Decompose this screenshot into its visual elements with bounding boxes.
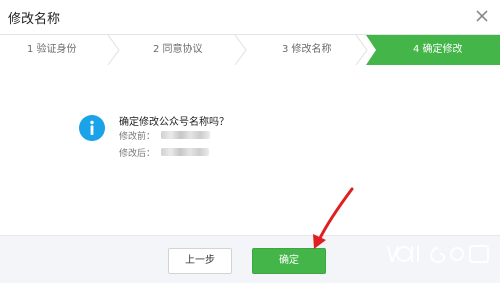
step-confirm-modify[interactable]: 4 确定修改 xyxy=(413,35,463,65)
confirm-button[interactable]: 确定 xyxy=(252,248,326,274)
confirm-question: 确定修改公众号名称吗？ xyxy=(119,117,229,128)
modify-name-dialog: 修改名称 1 验证身份 2 同意协议 3 修改名称 4 确定修改 确定修改公众号… xyxy=(0,0,500,283)
after-value-redacted xyxy=(161,148,209,156)
dialog-title: 修改名称 xyxy=(8,12,61,27)
dialog-footer xyxy=(0,235,500,283)
step-agree-terms[interactable]: 2 同意协议 xyxy=(153,35,203,65)
before-value-redacted xyxy=(161,131,210,139)
info-icon xyxy=(79,115,105,141)
previous-step-button[interactable]: 上一步 xyxy=(168,248,232,274)
dialog-content xyxy=(0,65,500,235)
close-icon[interactable] xyxy=(472,6,492,26)
step-verify-identity[interactable]: 1 验证身份 xyxy=(27,35,77,65)
step-modify-name[interactable]: 3 修改名称 xyxy=(282,35,332,65)
step-progress-bar: 1 验证身份 2 同意协议 3 修改名称 4 确定修改 xyxy=(0,34,500,66)
before-label: 修改前： xyxy=(119,132,156,142)
after-label: 修改后： xyxy=(119,149,156,159)
